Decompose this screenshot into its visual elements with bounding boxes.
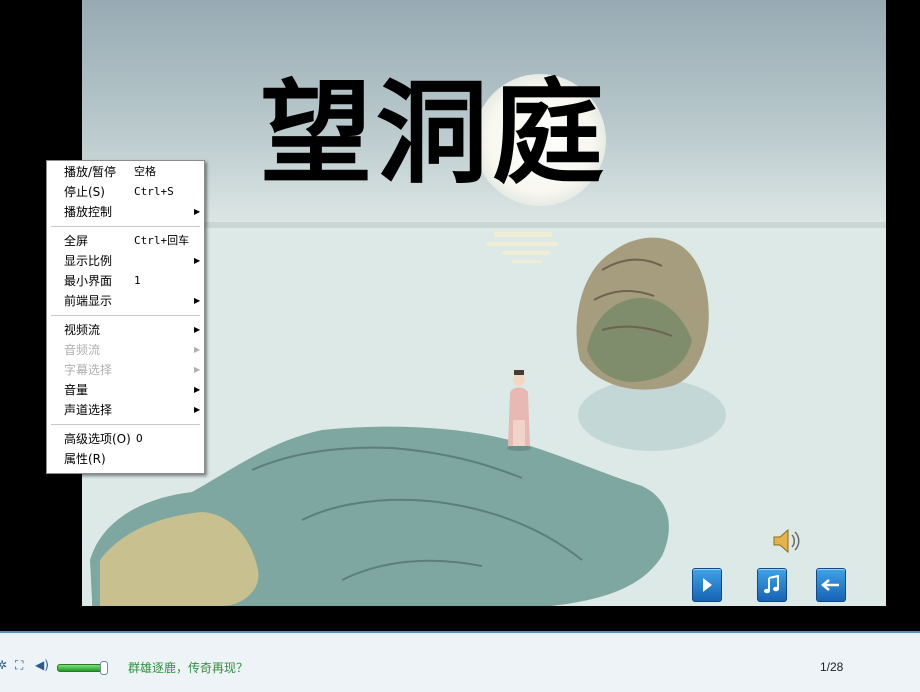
submenu-arrow-icon: ▶	[194, 345, 201, 354]
back-arrow-icon	[821, 579, 839, 591]
menu-item-channel-select[interactable]: 声道选择 ▶	[47, 400, 204, 420]
marquee-text[interactable]: 群雄逐鹿，传奇再现？	[128, 659, 248, 676]
menu-item-shortcut: O	[136, 432, 143, 445]
menu-item-label: 属性(R)	[64, 452, 106, 466]
menu-item-aspect-ratio[interactable]: 显示比例 ▶	[47, 251, 204, 271]
fullscreen-icon[interactable]: ⛶	[15, 658, 23, 673]
menu-item-label: 全屏	[64, 234, 89, 248]
back-button[interactable]	[816, 568, 846, 602]
submenu-arrow-icon: ▶	[194, 365, 201, 374]
menu-item-properties[interactable]: 属性(R)	[47, 449, 204, 469]
menu-item-playback-control[interactable]: 播放控制 ▶	[47, 202, 204, 222]
menu-item-stop[interactable]: 停止(S) Ctrl+S	[47, 182, 204, 202]
menu-item-label: 声道选择	[64, 403, 113, 417]
menu-item-shortcut: Ctrl+回车	[134, 234, 190, 247]
menu-item-shortcut: 1	[134, 274, 141, 287]
menu-item-label: 音频流	[64, 343, 101, 357]
letterbox-right	[886, 0, 920, 606]
menu-item-shortcut: Ctrl+S	[134, 185, 174, 198]
player-statusbar: ✲ ⛶ ◀) 群雄逐鹿，传奇再现？ 1/28	[0, 631, 920, 692]
player-gap	[0, 606, 920, 631]
settings-gear-icon[interactable]: ✲	[0, 658, 7, 672]
menu-item-label: 最小界面	[64, 274, 113, 288]
menu-item-shortcut: 空格	[134, 165, 156, 178]
menu-item-label: 前端显示	[64, 294, 113, 308]
menu-item-video-stream[interactable]: 视频流 ▶	[47, 320, 204, 340]
volume-slider[interactable]	[57, 664, 104, 672]
context-menu: 播放/暂停 空格 停止(S) Ctrl+S 播放控制 ▶ 全屏 Ctrl+回车 …	[46, 160, 205, 474]
menu-item-minimal-ui[interactable]: 最小界面 1	[47, 271, 204, 291]
submenu-arrow-icon: ▶	[194, 207, 201, 216]
menu-item-label: 视频流	[64, 323, 101, 337]
menu-item-label: 显示比例	[64, 254, 113, 268]
menu-item-subtitle-select[interactable]: 字幕选择 ▶	[47, 360, 204, 380]
menu-item-label: 停止(S)	[64, 185, 105, 199]
menu-item-label: 高级选项(O)	[64, 432, 131, 446]
menu-item-always-on-top[interactable]: 前端显示 ▶	[47, 291, 204, 311]
submenu-arrow-icon: ▶	[194, 296, 201, 305]
music-button[interactable]	[757, 568, 787, 602]
page-indicator: 1/28	[820, 660, 844, 674]
submenu-arrow-icon: ▶	[194, 325, 201, 334]
menu-separator	[51, 424, 200, 426]
volume-slider-handle[interactable]	[100, 661, 108, 675]
menu-item-label: 播放控制	[64, 205, 113, 219]
submenu-arrow-icon: ▶	[194, 256, 201, 265]
menu-item-fullscreen[interactable]: 全屏 Ctrl+回车	[47, 231, 204, 251]
menu-separator	[51, 226, 200, 228]
menu-separator	[51, 315, 200, 317]
menu-item-label: 音量	[64, 383, 89, 397]
menu-item-volume[interactable]: 音量 ▶	[47, 380, 204, 400]
menu-item-label: 字幕选择	[64, 363, 113, 377]
slide-title: 望洞庭	[260, 68, 608, 199]
menu-item-advanced-options[interactable]: 高级选项(O) O	[47, 429, 204, 449]
play-next-button[interactable]	[692, 568, 722, 602]
menu-item-audio-stream[interactable]: 音频流 ▶	[47, 340, 204, 360]
submenu-arrow-icon: ▶	[194, 385, 201, 394]
submenu-arrow-icon: ▶	[194, 405, 201, 414]
play-triangle-icon	[703, 578, 712, 592]
volume-icon[interactable]: ◀)	[35, 658, 49, 672]
speaker-icon[interactable]	[770, 526, 806, 556]
menu-item-play-pause[interactable]: 播放/暂停 空格	[47, 162, 204, 182]
music-note-icon	[764, 575, 779, 594]
menu-item-label: 播放/暂停	[64, 165, 117, 179]
